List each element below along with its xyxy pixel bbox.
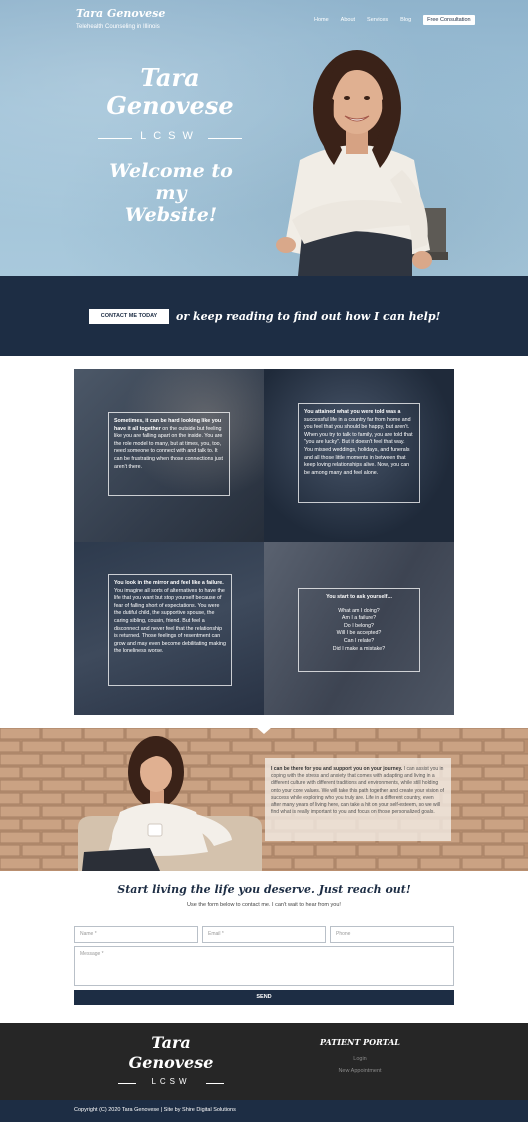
footer-brand-name: Tara Genovese: [118, 1033, 224, 1073]
question-item: Can I relate?: [343, 637, 375, 644]
copyright-text: Copyright (C) 2020 Tara Genovese | Site …: [74, 1107, 236, 1113]
cta-text: or keep reading to find out how I can he…: [176, 310, 441, 323]
grid-cell-3-text: You look in the mirror and feel like a f…: [108, 574, 232, 686]
brand-tagline: Telehealth Counseling in Illinois: [76, 24, 160, 30]
main-nav: Home About Services Blog Free Consultati…: [314, 15, 475, 25]
hero-welcome-line1: Welcome to my: [109, 160, 233, 204]
brand-title[interactable]: Tara Genovese: [76, 7, 165, 20]
hero-credential-text: LCSW: [140, 130, 200, 142]
hero-welcome-heading: Welcome to my Website!: [96, 160, 246, 226]
grid-cell-4-lead: You start to ask yourself...: [326, 594, 392, 600]
hero-welcome-line2: Website!: [124, 204, 218, 226]
nav-blog-link[interactable]: Blog: [400, 17, 411, 23]
grid-cell-2-lead: You attained what you were told was a: [304, 409, 401, 415]
phone-field[interactable]: Phone: [330, 926, 454, 943]
grid-cell-2: You attained what you were told was a su…: [264, 369, 454, 542]
question-item: What am I doing?: [338, 607, 380, 614]
divider-left: [118, 1083, 136, 1084]
grid-cell-2-body: successful life in a country far from ho…: [304, 416, 413, 476]
grid-cell-4: You start to ask yourself... What am I d…: [264, 542, 454, 715]
question-item: Will I be accepted?: [336, 630, 382, 637]
contact-subtitle: Use the form below to contact me. I can'…: [187, 902, 341, 908]
support-lead: I can be there for you and support you o…: [271, 766, 403, 772]
contact-me-button[interactable]: CONTACT ME TODAY: [89, 309, 169, 324]
free-consultation-button[interactable]: Free Consultation: [423, 15, 475, 25]
message-field[interactable]: Message *: [74, 946, 454, 986]
hero-credential: LCSW: [98, 130, 242, 142]
feelings-grid: Sometimes, it can be hard looking like y…: [74, 369, 454, 715]
grid-cell-2-text: You attained what you were told was a su…: [298, 403, 420, 503]
footer-name-first: Tara: [151, 1033, 191, 1052]
grid-cell-1: Sometimes, it can be hard looking like y…: [74, 369, 264, 542]
footer-credential: LCSW: [118, 1077, 224, 1086]
contact-title: Start living the life you deserve. Just …: [117, 883, 411, 896]
support-body: I can assist you in coping with the stre…: [271, 766, 445, 816]
question-item: Do I belong?: [343, 622, 375, 629]
nav-home-link[interactable]: Home: [314, 17, 329, 23]
grid-cell-3: You look in the mirror and feel like a f…: [74, 542, 264, 715]
send-button[interactable]: SEND: [74, 990, 454, 1005]
hero-section: Tara Genovese Telehealth Counseling in I…: [0, 0, 528, 276]
footer-credential-text: LCSW: [151, 1077, 191, 1086]
nav-about-link[interactable]: About: [341, 17, 355, 23]
patient-portal-heading: PATIENT PORTAL: [320, 1037, 400, 1047]
hero-name-last: Genovese: [106, 91, 234, 120]
hero-name-first: Tara: [140, 63, 200, 92]
name-field[interactable]: Name *: [74, 926, 198, 943]
grid-cell-1-body: on the outside but feeling like you are …: [114, 425, 223, 470]
portal-login-link[interactable]: Login: [300, 1056, 420, 1062]
email-field[interactable]: Email *: [202, 926, 326, 943]
grid-cell-1-text: Sometimes, it can be hard looking like y…: [108, 412, 230, 496]
divider-right: [208, 138, 242, 139]
footer: [0, 1023, 528, 1100]
divider-left: [98, 138, 132, 139]
hero-portrait-image: [276, 50, 448, 276]
question-item: Did I make a mistake?: [332, 645, 386, 652]
grid-cell-3-lead: You look in the mirror and feel like a f…: [114, 580, 224, 586]
grid-cell-4-text: You start to ask yourself... What am I d…: [298, 588, 420, 672]
grid-cell-3-body: You imagine all sorts of alternatives to…: [114, 587, 226, 655]
question-item: Am I a failure?: [341, 615, 377, 622]
portal-new-appointment-link[interactable]: New Appointment: [300, 1068, 420, 1074]
footer-name-last: Genovese: [128, 1053, 214, 1072]
divider-right: [206, 1083, 224, 1084]
support-text-box: I can be there for you and support you o…: [265, 758, 451, 841]
nav-services-link[interactable]: Services: [367, 17, 388, 23]
section-pointer-arrow: [256, 727, 272, 734]
hero-name: Tara Genovese: [100, 64, 240, 120]
